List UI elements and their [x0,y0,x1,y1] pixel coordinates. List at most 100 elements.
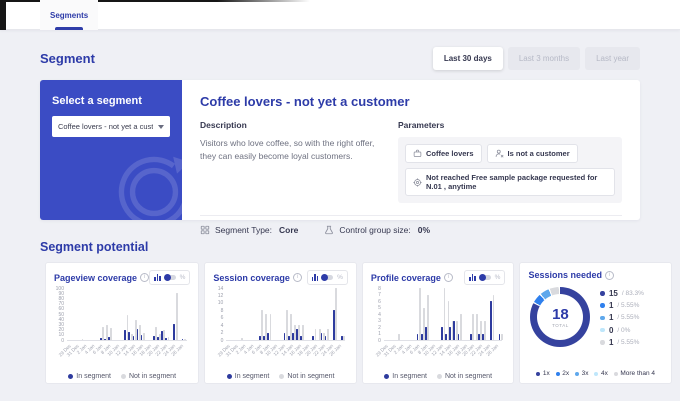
slice-percent: / 5.55% [617,338,640,346]
tab-segments-label: Segments [50,10,89,20]
tab-segments[interactable]: Segments [40,0,99,30]
slice-value: 1 [608,301,614,311]
segment-type-value: Core [279,225,299,235]
not-in-segment-dot [279,374,285,379]
time-range-last-3-months[interactable]: Last 3 months [507,47,581,70]
in-segment-dot [68,374,74,379]
donut-total-value: 18 [552,305,569,323]
slice-percent: / 5.55% [617,314,640,322]
page-header: Segment Last 30 days Last 3 months Last … [40,47,640,70]
legend-dot-more-than-4 [613,371,618,376]
bar-chart: 0 10 20 30 40 50 60 70 80 90 100 29 Dec 31 Dec 2 Jan… [54,285,190,371]
sessions-donut-chart: 18 TOTAL [530,287,591,347]
legend-dot-2x [555,371,560,376]
legend-dot-1x [536,371,541,376]
slice-percent: / 0% [617,326,631,334]
y-axis: 012345678 [378,285,381,344]
percent-icon[interactable]: % [495,274,501,281]
chart-view-controls[interactable]: % [149,270,191,285]
segment-type-icon [200,225,210,235]
toggle-switch-icon[interactable] [321,274,334,281]
chevron-down-icon [158,124,164,129]
slice-value: 1 [608,337,614,347]
session-coverage-card: Session coverage i % 0 2 4 6 8 10 12 14 29 Dec 3… [204,262,357,384]
segment-type: Segment Type: Core [200,225,298,235]
control-group-label: Control group size: [339,225,411,235]
percent-icon[interactable]: % [180,274,186,281]
goal-icon [413,177,422,187]
chart-legend: In segment Not in segment [205,373,356,380]
info-icon[interactable]: i [604,270,614,280]
bar-chart-icon[interactable] [154,274,161,281]
parameter-chip[interactable]: Not reached Free sample package requeste… [405,168,615,196]
segment-type-label: Segment Type: [215,225,273,235]
description-text: Visitors who love coffee, so with the ri… [200,138,375,162]
legend-dot-3x [575,371,580,376]
percent-icon[interactable]: % [337,274,343,281]
legend-label-more-than-4: More than 4 [620,370,656,377]
legend-in-segment: In segment [76,373,111,380]
slice-row: 1/ 5.55% [600,338,643,347]
sessions-needed-card: Sessions needed i 18 TOTAL 15/ 83.3% 1/ … [519,262,672,384]
x-axis: 29 Dec 31 Dec 2 Jan 4 Jan 6 Jan 8 Jan 10 Jan 12… [375,344,501,359]
chip-label: Coffee lovers [426,149,474,158]
card-title: Profile coverage [370,272,441,283]
bar-chart-icon[interactable] [469,274,476,281]
in-segment-dot [226,374,232,379]
chart-view-controls[interactable]: % [464,270,506,285]
slice-row: 0/ 0% [600,326,643,335]
sessions-breakdown-list: 15/ 83.3% 1/ 5.55% 1/ 5.55% 0/ 0% 1/ 5.5… [600,287,644,347]
info-icon[interactable]: i [292,273,302,282]
selector-title: Select a segment [52,95,142,107]
legend-in-segment: In segment [392,373,427,380]
slice-dot [600,315,605,321]
card-title: Session coverage [213,272,290,283]
info-icon[interactable]: i [443,273,453,282]
info-icon[interactable]: i [140,273,150,282]
control-group-size: Control group size: 0% [324,225,430,235]
segment-meta-row: Segment Type: Core Control group size: 0% [200,215,622,235]
time-range-buttons: Last 30 days Last 3 months Last year [432,47,640,70]
chip-label: Not reached Free sample package requeste… [426,173,598,191]
segment-select-dropdown[interactable]: Coffee lovers - not yet a cust [52,116,170,137]
description-label: Description [200,120,247,130]
legend-dot-4x [594,371,599,376]
in-segment-dot [384,374,390,379]
control-group-value: 0% [417,225,431,235]
profile-coverage-card: Profile coverage i % 012345678 29 Dec 31 … [361,262,515,384]
legend-label-1x: 1x [542,370,550,377]
parameter-chip[interactable]: Is not a customer [486,144,578,163]
slice-dot [600,303,605,308]
circular-arrow-watermark-icon [118,156,182,220]
slice-row: 15/ 83.3% [600,289,644,298]
time-range-last-year[interactable]: Last year [585,47,640,70]
x-axis: 29 Dec 31 Dec 2 Jan 4 Jan 6 Jan 8 Jan 10 Jan 12… [58,344,185,359]
time-range-last-30-days[interactable]: Last 30 days [432,47,503,70]
briefcase-icon [413,149,422,157]
slice-row: 1/ 5.55% [600,301,643,310]
bar-chart: 012345678 29 Dec 31 Dec 2 Jan 4 Jan 6 Jan 8 J… [371,285,506,371]
parameter-chip[interactable]: Coffee lovers [405,144,482,163]
segment-selector-panel: Select a segment Coffee lovers - not yet… [40,80,182,220]
segment-detail-card: Coffee lovers - not yet a customer Descr… [182,80,640,235]
chart-view-controls[interactable]: % [306,270,348,285]
user-slash-icon [495,149,504,158]
slice-percent: / 5.55% [617,302,640,310]
sessions-legend: 1x 2x 3x 4x More than 4 [520,370,671,377]
not-in-segment-dot [120,374,126,379]
segment-name: Coffee lovers - not yet a customer [200,94,410,109]
segment-potential-title: Segment potential [40,240,149,254]
legend-label-3x: 3x [581,370,589,377]
bar-chart: 0 2 4 6 8 10 12 14 29 Dec 31 Dec 2 Jan 4 Jan 6 Jan 8… [213,286,348,371]
bar-chart-icon[interactable] [311,274,319,281]
toggle-switch-icon[interactable] [163,274,176,281]
legend-not-in-segment: Not in segment [444,373,493,380]
window-edge [0,0,6,30]
legend-not-in-segment: Not in segment [287,373,335,380]
parameters-label: Parameters [398,120,445,130]
card-title: Pageview coverage [54,272,138,283]
y-axis: 0 10 20 30 40 50 60 70 80 90 100 [55,285,64,344]
chart-legend: In segment Not in segment [363,373,514,380]
slice-value: 0 [608,325,614,335]
toggle-switch-icon[interactable] [478,274,491,281]
